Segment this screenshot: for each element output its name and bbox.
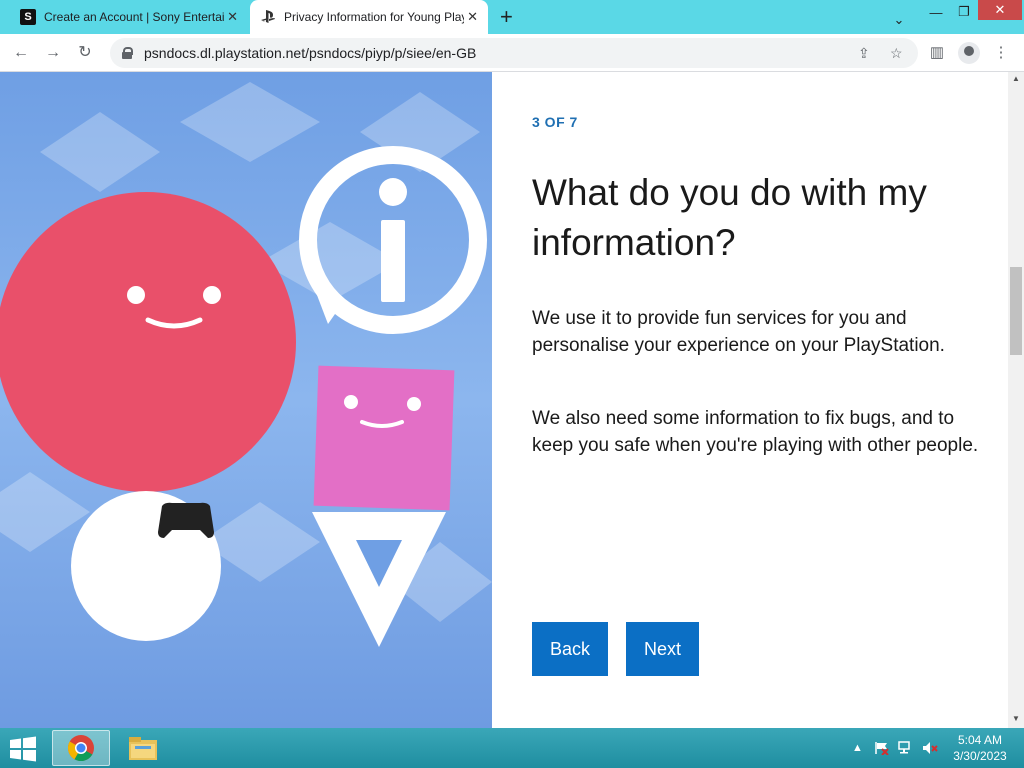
system-clock[interactable]: 5:04 AM 3/30/2023 [948,732,1012,764]
page-scrollbar[interactable]: ▲ ▼ [1008,72,1024,728]
back-arrow-icon[interactable]: ← [10,42,32,64]
network-icon[interactable] [898,728,914,768]
action-center-flag-icon[interactable] [874,728,890,768]
clock-date: 3/30/2023 [953,749,1007,763]
back-button[interactable]: Back [532,622,608,676]
profile-avatar[interactable] [958,42,980,64]
scroll-up-icon[interactable]: ▲ [1012,74,1020,83]
scroll-thumb[interactable] [1010,267,1022,355]
playstation-icon [260,9,276,25]
bookmark-star-icon[interactable]: ☆ [890,38,903,68]
volume-muted-icon[interactable] [922,728,938,768]
paragraph-safety: We also need some information to fix bug… [532,408,979,456]
menu-dots-icon[interactable]: ⋮ [990,42,1012,64]
minimize-icon[interactable]: — [924,0,948,24]
folder-icon [129,737,157,760]
address-bar[interactable]: psndocs.dl.playstation.net/psndocs/piyp/… [110,38,918,68]
show-hidden-icons[interactable]: ▲ [852,728,863,768]
browser-toolbar: ← → ↻ psndocs.dl.playstation.net/psndocs… [0,34,1024,72]
file-explorer-taskbar-button[interactable] [114,730,172,766]
taskbar: ▲ 5:04 AM 3/30/2023 [0,728,1024,768]
info-panel: 3 OF 7 What do you do with my informatio… [492,72,1008,728]
paragraph-usage: We use it to provide fun services for yo… [532,308,945,356]
step-indicator: 3 OF 7 [532,114,578,130]
close-tab-icon[interactable]: ✕ [227,9,238,25]
page-content: 3 OF 7 What do you do with my informatio… [0,72,1024,728]
tab-title: Privacy Information for Young Players [284,10,464,24]
close-tab-icon[interactable]: ✕ [467,9,478,25]
reload-icon[interactable]: ↻ [74,42,96,64]
page-title: What do you do with my information? [532,172,927,263]
forward-arrow-icon[interactable]: → [42,42,64,64]
scroll-down-icon[interactable]: ▼ [1012,714,1020,723]
side-panel-icon[interactable]: ▥ [926,42,948,64]
lock-icon[interactable] [122,47,133,59]
chrome-taskbar-button[interactable] [52,730,110,766]
tab-strip: S Create an Account | Sony Entertainment… [0,0,1024,34]
sony-favicon-icon: S [20,9,36,25]
illustration-panel [0,72,492,728]
characters-illustration [0,82,492,647]
chrome-icon [67,735,94,762]
windows-start-icon[interactable] [8,736,38,762]
clock-time: 5:04 AM [957,733,1003,747]
next-button[interactable]: Next [626,622,699,676]
new-tab-icon[interactable]: + [500,4,513,30]
tab-create-account[interactable]: S Create an Account | Sony Entertainment… [8,0,248,34]
share-icon[interactable]: ⇪ [858,38,870,68]
tab-privacy-information[interactable]: Privacy Information for Young Players ✕ [250,0,488,34]
close-window-icon[interactable]: ✕ [978,0,1022,20]
chevron-down-icon[interactable]: ⌄ [888,8,910,32]
url-text: psndocs.dl.playstation.net/psndocs/piyp/… [144,45,477,61]
restore-icon[interactable]: ❐ [952,0,976,24]
tab-title: Create an Account | Sony Entertainment N… [44,10,224,24]
